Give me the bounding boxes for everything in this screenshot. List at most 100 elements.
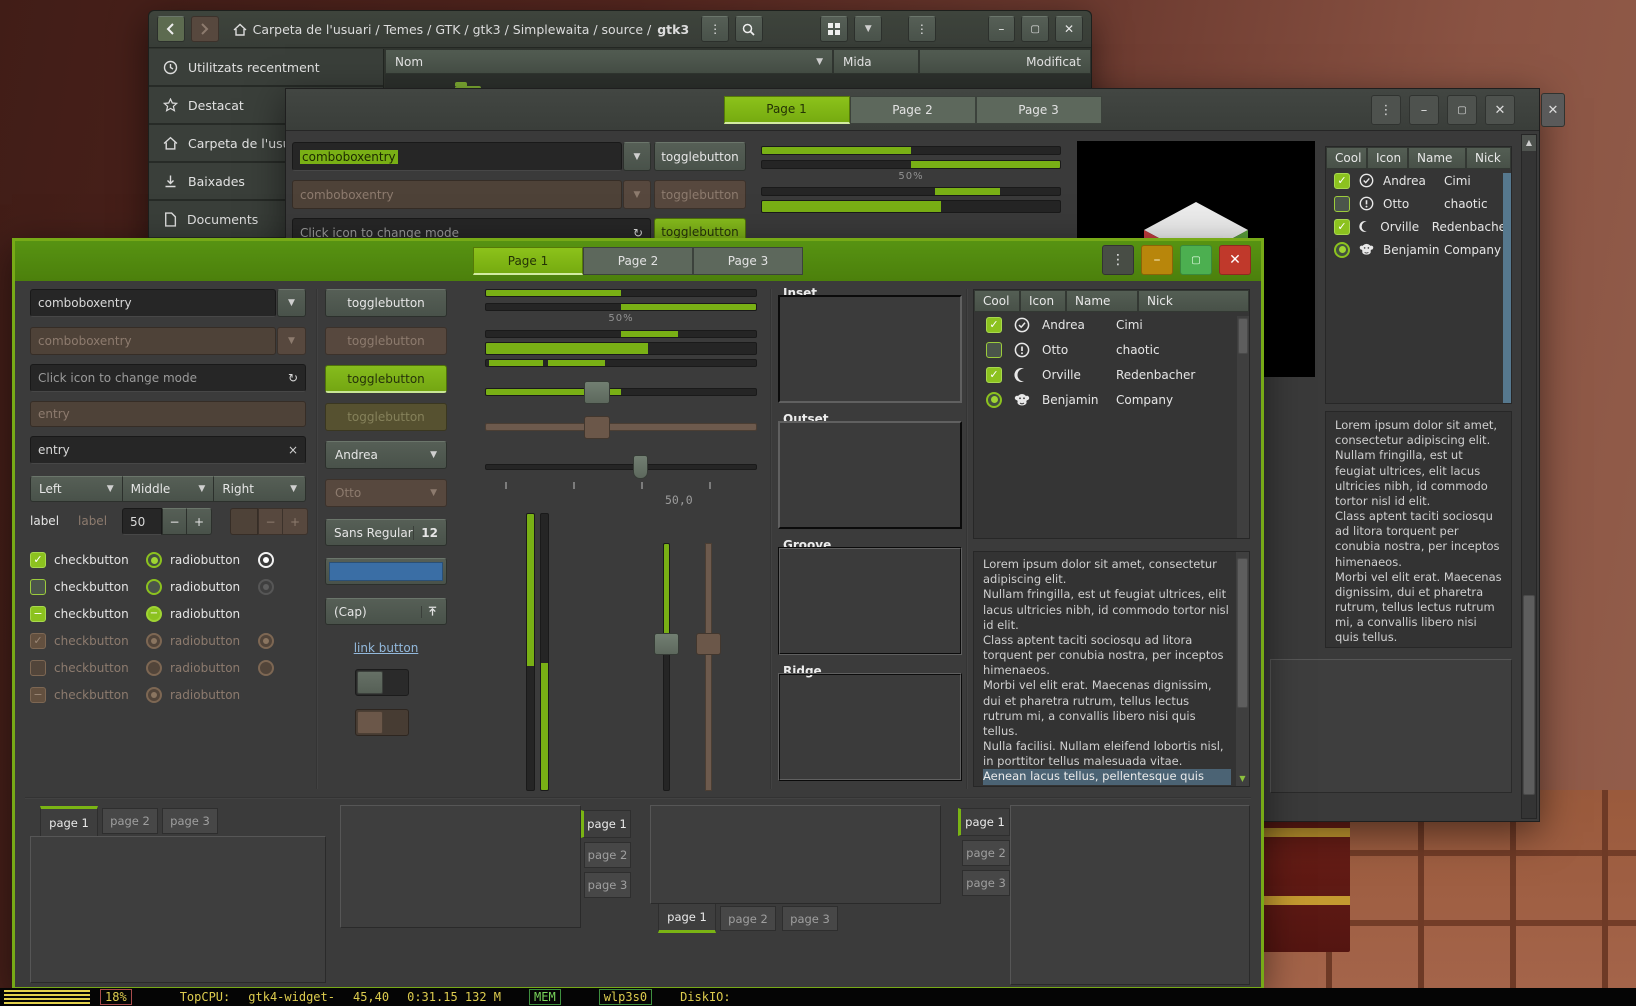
window-menu-button[interactable]: ⋮ xyxy=(908,16,936,42)
tab-page3[interactable]: Page 3 xyxy=(976,96,1102,124)
textview[interactable]: Lorem ipsum dolor sit amet, consectetur … xyxy=(973,551,1250,787)
checkbox-unchecked[interactable] xyxy=(986,342,1002,358)
notebook-right-tab3[interactable]: page 3 xyxy=(584,872,631,898)
tree-header-cool[interactable]: Cool xyxy=(974,290,1020,312)
notebook-top-tab2[interactable]: page 2 xyxy=(102,808,158,834)
hscale-handle[interactable] xyxy=(584,381,610,404)
tree-header-name[interactable]: Name xyxy=(1066,290,1138,312)
close-button[interactable]: ✕ xyxy=(1055,16,1083,42)
comboboxentry[interactable]: comboboxentry xyxy=(292,142,622,171)
table-row[interactable]: ✓ Andrea Cimi xyxy=(1326,169,1511,192)
tab-page2[interactable]: Page 2 xyxy=(850,96,976,124)
tree-scrollbar[interactable] xyxy=(1237,316,1249,538)
window-scrollbar[interactable]: ▲ xyxy=(1521,134,1537,819)
scrollbar-thumb[interactable] xyxy=(1238,318,1248,354)
maximize-button[interactable]: ▢ xyxy=(1180,245,1212,275)
vscale-trough[interactable] xyxy=(663,543,670,791)
scroll-down-icon[interactable]: ▼ xyxy=(1236,772,1249,786)
togglebutton[interactable]: togglebutton xyxy=(654,142,746,171)
table-row[interactable]: Benjamin Company xyxy=(974,387,1249,412)
vscale-handle[interactable] xyxy=(654,633,679,655)
column-header-modified[interactable]: Modificat xyxy=(919,49,1091,74)
notebook-left-tab1[interactable]: page 1 xyxy=(958,808,1010,836)
text-scrollbar[interactable]: ▼ xyxy=(1236,552,1249,786)
spin-plus-button[interactable]: + xyxy=(187,508,212,535)
close-button[interactable]: ✕ xyxy=(1485,95,1515,125)
table-row[interactable]: ✓ Orville Redenbacher xyxy=(1326,215,1511,238)
table-row[interactable]: ✓ Orville Redenbacher xyxy=(974,362,1249,387)
hscale-marks-handle[interactable] xyxy=(633,455,648,479)
comboboxentry[interactable]: comboboxentry xyxy=(30,289,276,317)
color-button[interactable] xyxy=(325,558,447,585)
refresh-icon[interactable]: ↻ xyxy=(288,371,298,385)
switch-off[interactable] xyxy=(355,669,409,696)
radiobutton-mixed[interactable]: −radiobutton xyxy=(146,606,240,622)
back-button[interactable] xyxy=(157,16,185,42)
notebook-left-tab2[interactable]: page 2 xyxy=(962,840,1010,866)
close-button[interactable]: ✕ xyxy=(1219,245,1251,275)
treeview[interactable]: Cool Icon Name Nick ✓ Andrea Cimi Otto c… xyxy=(973,289,1250,539)
file-chooser-button[interactable]: (Cap) xyxy=(325,598,447,625)
view-options-dropdown[interactable]: ▼ xyxy=(854,16,882,42)
combobox-person[interactable]: Andrea▼ xyxy=(325,441,447,469)
tree-scrollbar[interactable] xyxy=(1503,173,1511,403)
hscale-marks-trough[interactable] xyxy=(485,464,757,470)
checkbox-unchecked[interactable] xyxy=(1334,196,1350,212)
notebook-bottom-tab3[interactable]: page 3 xyxy=(782,906,838,931)
togglebutton-active[interactable]: togglebutton xyxy=(325,365,447,393)
breadcrumb[interactable]: Carpeta de l'usuari / Temes / GTK / gtk3… xyxy=(233,22,690,37)
checkbox-checked[interactable]: ✓ xyxy=(986,317,1002,333)
checkbox-checked[interactable]: ✓ xyxy=(986,367,1002,383)
minimize-button[interactable]: – xyxy=(1409,95,1439,125)
table-row[interactable]: Otto chaotic xyxy=(974,337,1249,362)
scrollbar-thumb[interactable] xyxy=(1523,595,1535,795)
checkbutton-checked[interactable]: ✓checkbutton xyxy=(30,552,129,568)
table-row[interactable]: Otto chaotic xyxy=(1326,192,1511,215)
notebook-bottom-tab1[interactable]: page 1 xyxy=(658,904,716,933)
tree-header-nick[interactable]: Nick xyxy=(1138,290,1249,312)
notebook-right-tab2[interactable]: page 2 xyxy=(584,842,631,868)
window-menu-button[interactable]: ⋮ xyxy=(1102,245,1134,275)
sidebar-item-recent[interactable]: Utilitzats recentment xyxy=(149,49,383,87)
combobox-middle[interactable]: Middle▼ xyxy=(123,476,215,502)
combobox-left[interactable]: Left▼ xyxy=(30,476,123,502)
radio-selected[interactable] xyxy=(1334,242,1350,258)
tree-header-cool[interactable]: Cool xyxy=(1326,147,1367,169)
combobox-arrow-button[interactable]: ▼ xyxy=(623,142,651,171)
notebook-right-tab1[interactable]: page 1 xyxy=(581,810,631,838)
search-button[interactable] xyxy=(735,16,763,42)
tree-header-icon[interactable]: Icon xyxy=(1367,147,1408,169)
maximize-button[interactable]: ▢ xyxy=(1021,16,1049,42)
link-button[interactable]: link button xyxy=(325,641,447,655)
menu-button[interactable]: ⋮ xyxy=(701,16,729,42)
tab-page1[interactable]: Page 1 xyxy=(724,96,850,124)
tab-page3[interactable]: Page 3 xyxy=(693,247,803,275)
radio-selected[interactable] xyxy=(986,392,1002,408)
notebook-top-tab1[interactable]: page 1 xyxy=(40,806,98,836)
notebook-left-tab3[interactable]: page 3 xyxy=(962,870,1010,896)
column-header-name[interactable]: Nom ▼ xyxy=(385,49,833,74)
entry[interactable]: entry × xyxy=(30,436,306,464)
checkbutton-mixed[interactable]: −checkbutton xyxy=(30,606,129,622)
checkbutton-unchecked[interactable]: checkbutton xyxy=(30,579,129,595)
column-header-size[interactable]: Mida xyxy=(833,49,919,74)
combobox-right[interactable]: Right▼ xyxy=(214,476,306,502)
spin-minus-button[interactable]: − xyxy=(162,508,187,535)
checkbox-checked[interactable]: ✓ xyxy=(1334,219,1350,235)
table-row[interactable]: ✓ Andrea Cimi xyxy=(974,312,1249,337)
radiobutton-selected[interactable]: radiobutton xyxy=(146,552,240,568)
togglebutton[interactable]: togglebutton xyxy=(325,289,447,317)
treeview[interactable]: Cool Icon Name Nick ✓ Andrea Cimi Otto c… xyxy=(1325,146,1512,404)
tree-header-name[interactable]: Name xyxy=(1408,147,1466,169)
background-window-close[interactable]: ✕ xyxy=(1541,93,1565,127)
forward-button[interactable] xyxy=(191,16,219,42)
tree-header-icon[interactable]: Icon xyxy=(1020,290,1066,312)
maximize-button[interactable]: ▢ xyxy=(1447,95,1477,125)
tab-page1[interactable]: Page 1 xyxy=(473,247,583,275)
front-window-titlebar[interactable]: Page 1 Page 2 Page 3 ⋮ – ▢ ✕ xyxy=(15,241,1261,281)
tree-header-nick[interactable]: Nick xyxy=(1466,147,1511,169)
mode-entry[interactable]: Click icon to change mode ↻ xyxy=(30,364,306,392)
spin-value[interactable]: 50 xyxy=(122,508,162,535)
font-button[interactable]: Sans Regular 12 xyxy=(325,519,447,546)
view-grid-button[interactable] xyxy=(820,16,848,42)
